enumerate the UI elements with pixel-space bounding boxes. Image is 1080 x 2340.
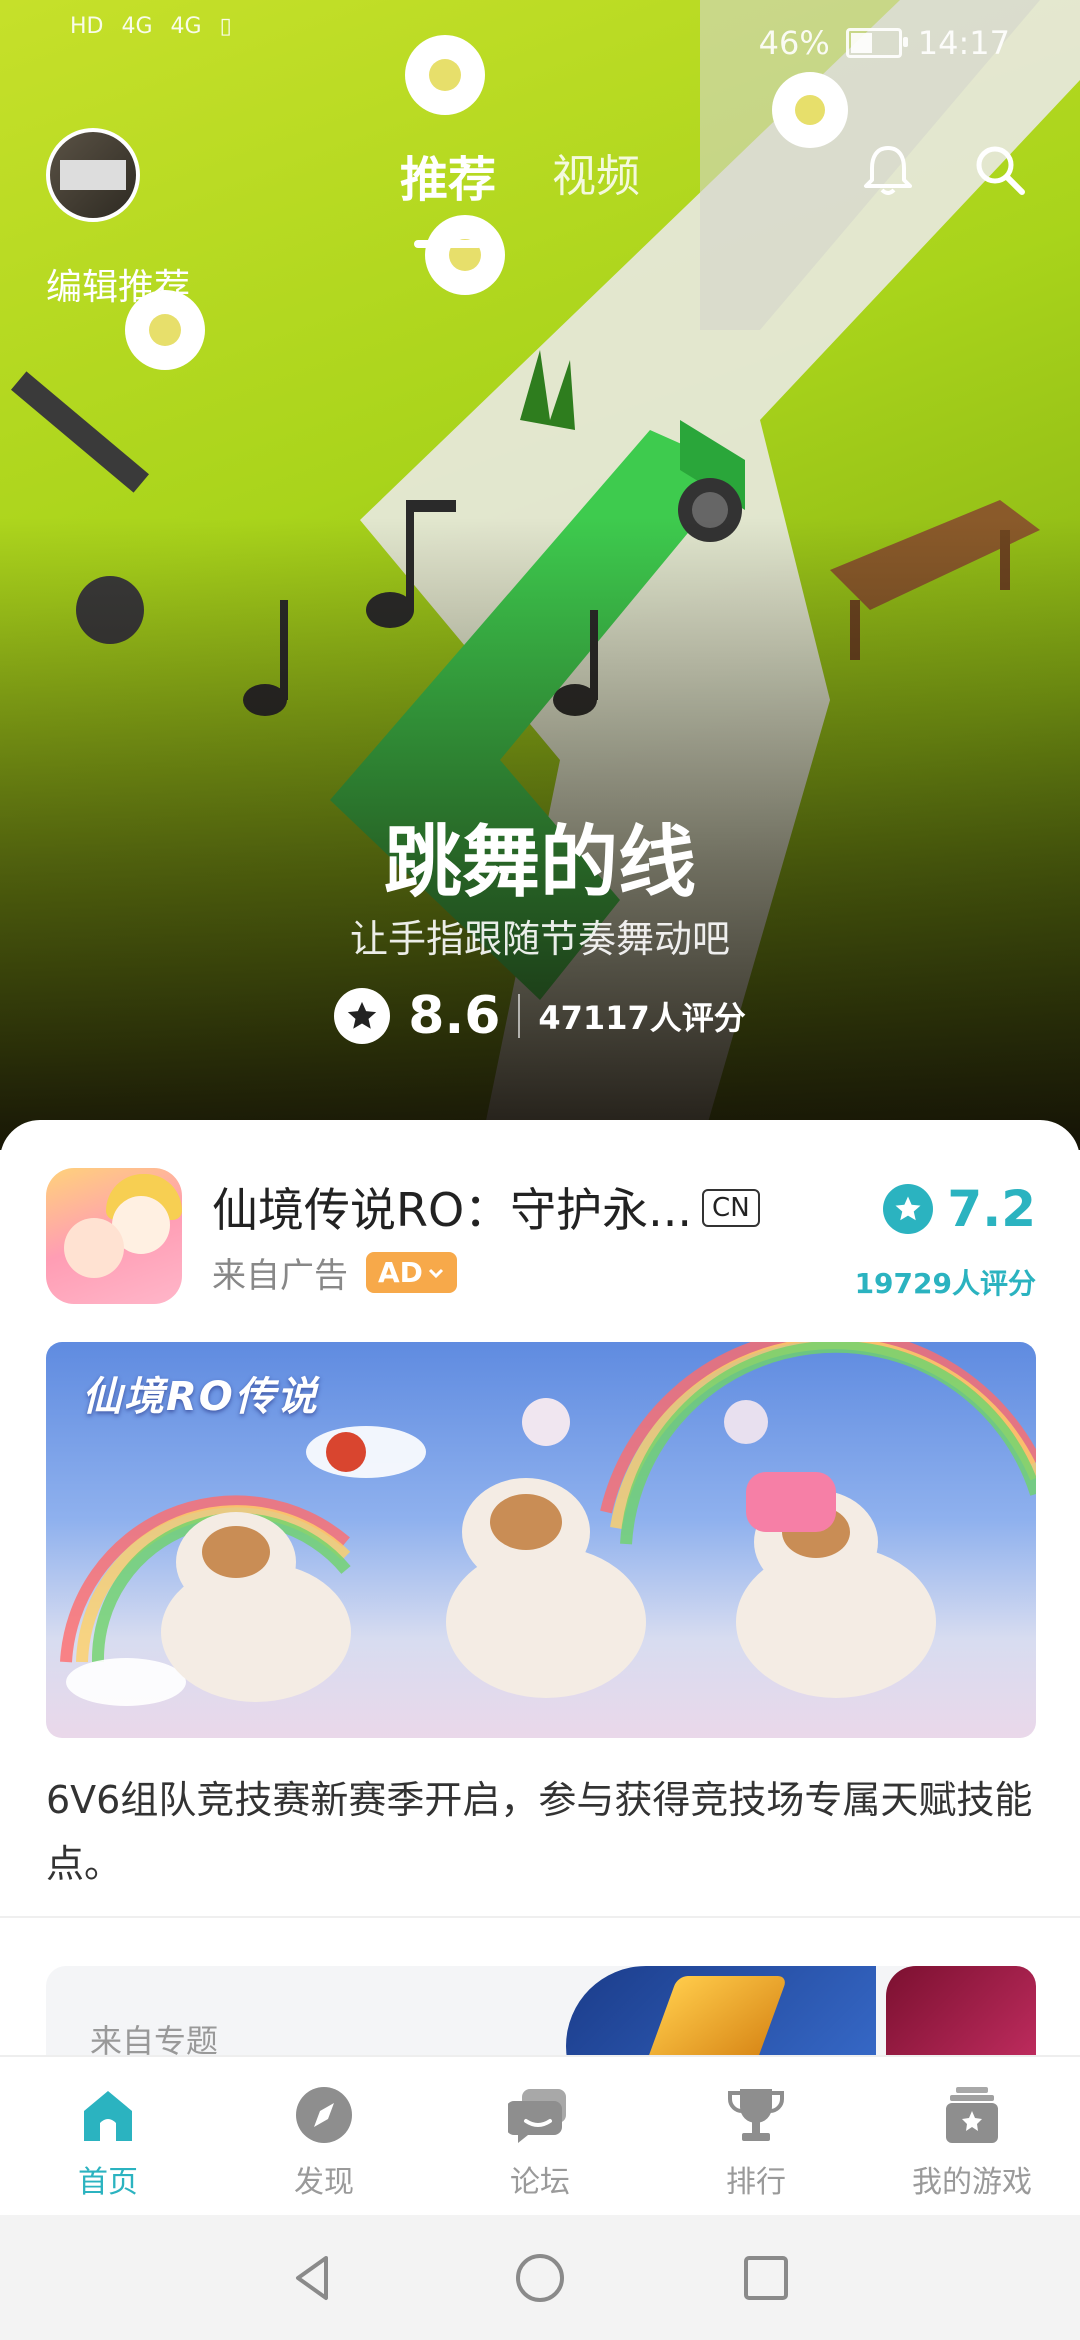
rating-divider (518, 994, 521, 1038)
hero-banner[interactable]: HD 4G 4G ▯ 46% 14:17 编辑推荐 推荐 视频 跳舞的线 让手指… (0, 0, 1080, 1150)
nav-discover-label: 发现 (294, 2165, 354, 2200)
topic-card[interactable]: 来自专题 (46, 1966, 1036, 2060)
hd-label: HD (70, 14, 104, 39)
ad-source: 来自广告 AD (212, 1248, 457, 1297)
edit-recommendation-label: 编辑推荐 (46, 267, 191, 308)
tab-recommend-label: 推荐 (400, 152, 497, 208)
clock: 14:17 (917, 24, 1010, 62)
hero-rating-count: 47117人评分 (538, 999, 746, 1037)
section-divider (0, 1916, 1080, 1918)
ad-game-score: 7.2 (883, 1180, 1036, 1238)
ad-description[interactable]: 6V6组队竞技赛新赛季开启，参与获得竞技场专属天赋技能点。 (46, 1768, 1036, 1896)
feed-content: 仙境传说RO：守护永... CN 来自广告 AD 7.2 19729人评分 仙境… (0, 1120, 1080, 2060)
network-4g-label-1: 4G (121, 14, 153, 39)
status-right: 46% 14:17 (759, 24, 1010, 62)
ad-badge[interactable]: AD (366, 1252, 457, 1293)
nav-forum-label: 论坛 (510, 2165, 570, 2200)
topic-label: 来自专题 (90, 2022, 219, 2060)
ad-game-title[interactable]: 仙境传说RO：守护永... CN (212, 1174, 760, 1240)
tab-active-indicator (414, 240, 482, 248)
nav-forum[interactable]: 论坛 (432, 2057, 648, 2217)
ad-rating-count: 19729人评分 (854, 1267, 1036, 1300)
home-icon (84, 2091, 132, 2141)
network-4g-label-2: 4G (170, 14, 202, 39)
nav-home-label: 首页 (78, 2165, 138, 2200)
star-icon (883, 1184, 934, 1234)
ad-banner-image[interactable]: 仙境RO传说 (46, 1342, 1036, 1738)
chevron-down-icon (428, 1268, 443, 1278)
system-navigation-bar (0, 2215, 1080, 2340)
tab-video-label: 视频 (552, 151, 641, 202)
status-bar: HD 4G 4G ▯ 46% 14:17 (0, 0, 1080, 90)
battery-icon (845, 28, 908, 58)
nav-home[interactable]: 首页 (0, 2057, 216, 2217)
top-tabs: 推荐 视频 (400, 140, 640, 248)
nav-ranking-label: 排行 (726, 2165, 786, 2200)
nav-my-games[interactable]: 我的游戏 (864, 2057, 1080, 2217)
topic-game-art-2 (886, 1966, 1036, 2060)
hero-score: 8.6 (408, 986, 501, 1046)
bottom-navigation: 首页 发现 论坛 排行 我的游戏 (0, 2055, 1080, 2217)
ad-game-title-text: 仙境传说RO：守护永... (212, 1183, 693, 1237)
recents-icon[interactable] (738, 2250, 794, 2306)
home-circle-icon[interactable] (512, 2250, 568, 2306)
tab-recommend[interactable]: 推荐 (400, 140, 497, 248)
signal-indicators: HD 4G 4G ▯ (70, 14, 232, 39)
ad-badge-label: AD (378, 1256, 423, 1289)
ad-game-header[interactable]: 仙境传说RO：守护永... CN 来自广告 AD 7.2 19729人评分 (46, 1168, 1036, 1304)
search-icon[interactable] (970, 140, 1030, 200)
user-avatar[interactable] (46, 128, 140, 222)
back-icon[interactable] (286, 2250, 342, 2306)
ad-score-value: 7.2 (947, 1180, 1036, 1238)
banner-game-logo: 仙境RO传说 (82, 1374, 319, 1420)
ad-source-label: 来自广告 (212, 1256, 348, 1296)
vibrate-icon: ▯ (219, 14, 232, 39)
hero-rating: 8.6 47117人评分 (0, 986, 1080, 1046)
topic-game-art-1 (566, 1966, 876, 2060)
hero-title: 跳舞的线 (383, 818, 696, 908)
trophy-icon (728, 2089, 784, 2141)
battery-percent: 46% (758, 24, 830, 62)
bell-icon[interactable] (858, 140, 918, 200)
tab-video[interactable]: 视频 (552, 140, 640, 210)
star-icon (334, 988, 391, 1044)
my-games-icon (946, 2087, 998, 2143)
hero-subtitle: 让手指跟随节奏舞动吧 (349, 917, 730, 961)
nav-my-games-label: 我的游戏 (912, 2165, 1032, 2200)
game-app-icon[interactable] (46, 1168, 182, 1304)
nav-discover[interactable]: 发现 (216, 2057, 432, 2217)
nav-ranking[interactable]: 排行 (648, 2057, 864, 2217)
forum-icon (508, 2089, 566, 2143)
region-badge: CN (702, 1188, 760, 1227)
compass-icon (296, 2087, 352, 2143)
